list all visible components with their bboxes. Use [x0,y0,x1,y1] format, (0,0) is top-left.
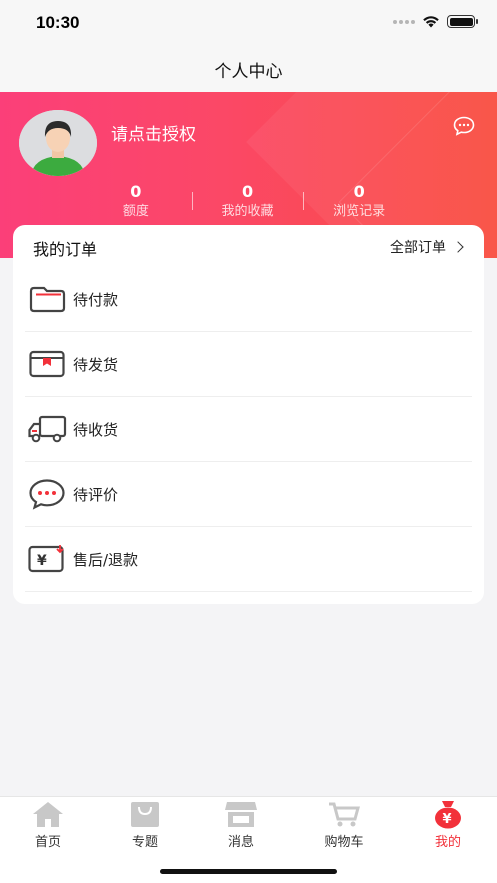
chevron-right-icon [452,241,464,253]
orders-header: 我的订单 全部订单 [13,225,484,267]
order-label: 待收货 [73,420,119,439]
tab-label: 消息 [227,835,254,850]
tab-label: 购物车 [324,835,364,850]
tab-home[interactable]: 首页 [13,799,83,850]
profile-stats: 0 额度 0 我的收藏 0 浏览记录 [80,182,415,222]
stat-label: 额度 [122,204,149,219]
order-label: 待评价 [73,485,119,504]
money-bag-icon: ¥ [413,799,483,829]
all-orders-link[interactable]: 全部订单 [390,237,464,257]
all-orders-label: 全部订单 [390,240,446,256]
tab-label: 我的 [434,835,461,850]
nav-bar: 个人中心 [0,46,497,92]
stat-credit[interactable]: 0 额度 [80,182,192,222]
tab-cart[interactable]: 购物车 [309,799,379,850]
tab-topics[interactable]: 专题 [110,799,180,850]
stat-value: 0 [130,182,142,201]
stat-label: 浏览记录 [333,204,386,219]
stat-history[interactable]: 0 浏览记录 [303,182,415,222]
store-icon [206,799,276,829]
status-icons [393,15,478,28]
truck-icon [27,412,67,446]
avatar-person-icon [19,110,97,176]
avatar[interactable] [19,110,97,176]
order-row-pending-receipt[interactable]: 待收货 [25,397,472,462]
order-row-pending-payment[interactable]: 待付款 [25,267,472,332]
order-label: 待发货 [73,355,119,374]
tab-mine[interactable]: ¥ 我的 [413,799,483,850]
battery-icon [447,15,478,28]
orders-card: 我的订单 全部订单 待付款 待发货 待收货 待评价 ¥ 售后/退款 [13,225,484,604]
order-row-pending-shipment[interactable]: 待发货 [25,332,472,397]
package-icon [27,347,67,381]
stat-favorites[interactable]: 0 我的收藏 [191,182,304,222]
status-time: 10:30 [36,13,80,32]
wifi-icon [423,16,439,28]
stat-label: 我的收藏 [221,204,274,219]
cart-icon [309,799,379,829]
stat-value: 0 [353,182,365,201]
comment-icon [27,477,67,511]
orders-title: 我的订单 [33,240,98,259]
order-row-pending-review[interactable]: 待评价 [25,462,472,527]
order-label: 待付款 [73,290,119,309]
refund-icon: ¥ [27,542,67,576]
shopping-bag-icon [110,799,180,829]
message-icon[interactable] [453,116,475,136]
home-icon [13,799,83,829]
tab-messages[interactable]: 消息 [206,799,276,850]
svg-text:¥: ¥ [37,553,47,569]
status-bar: 10:30 [0,0,497,46]
signal-icon [393,19,415,24]
page-title: 个人中心 [214,61,283,82]
tab-label: 首页 [34,835,61,850]
order-row-refund[interactable]: ¥ 售后/退款 [25,527,472,592]
order-label: 售后/退款 [73,550,139,569]
home-indicator [160,869,337,874]
stat-value: 0 [241,182,254,201]
wallet-icon [27,282,67,316]
svg-text:¥: ¥ [443,812,452,827]
tab-label: 专题 [131,835,158,850]
authorize-prompt[interactable]: 请点击授权 [111,120,196,145]
